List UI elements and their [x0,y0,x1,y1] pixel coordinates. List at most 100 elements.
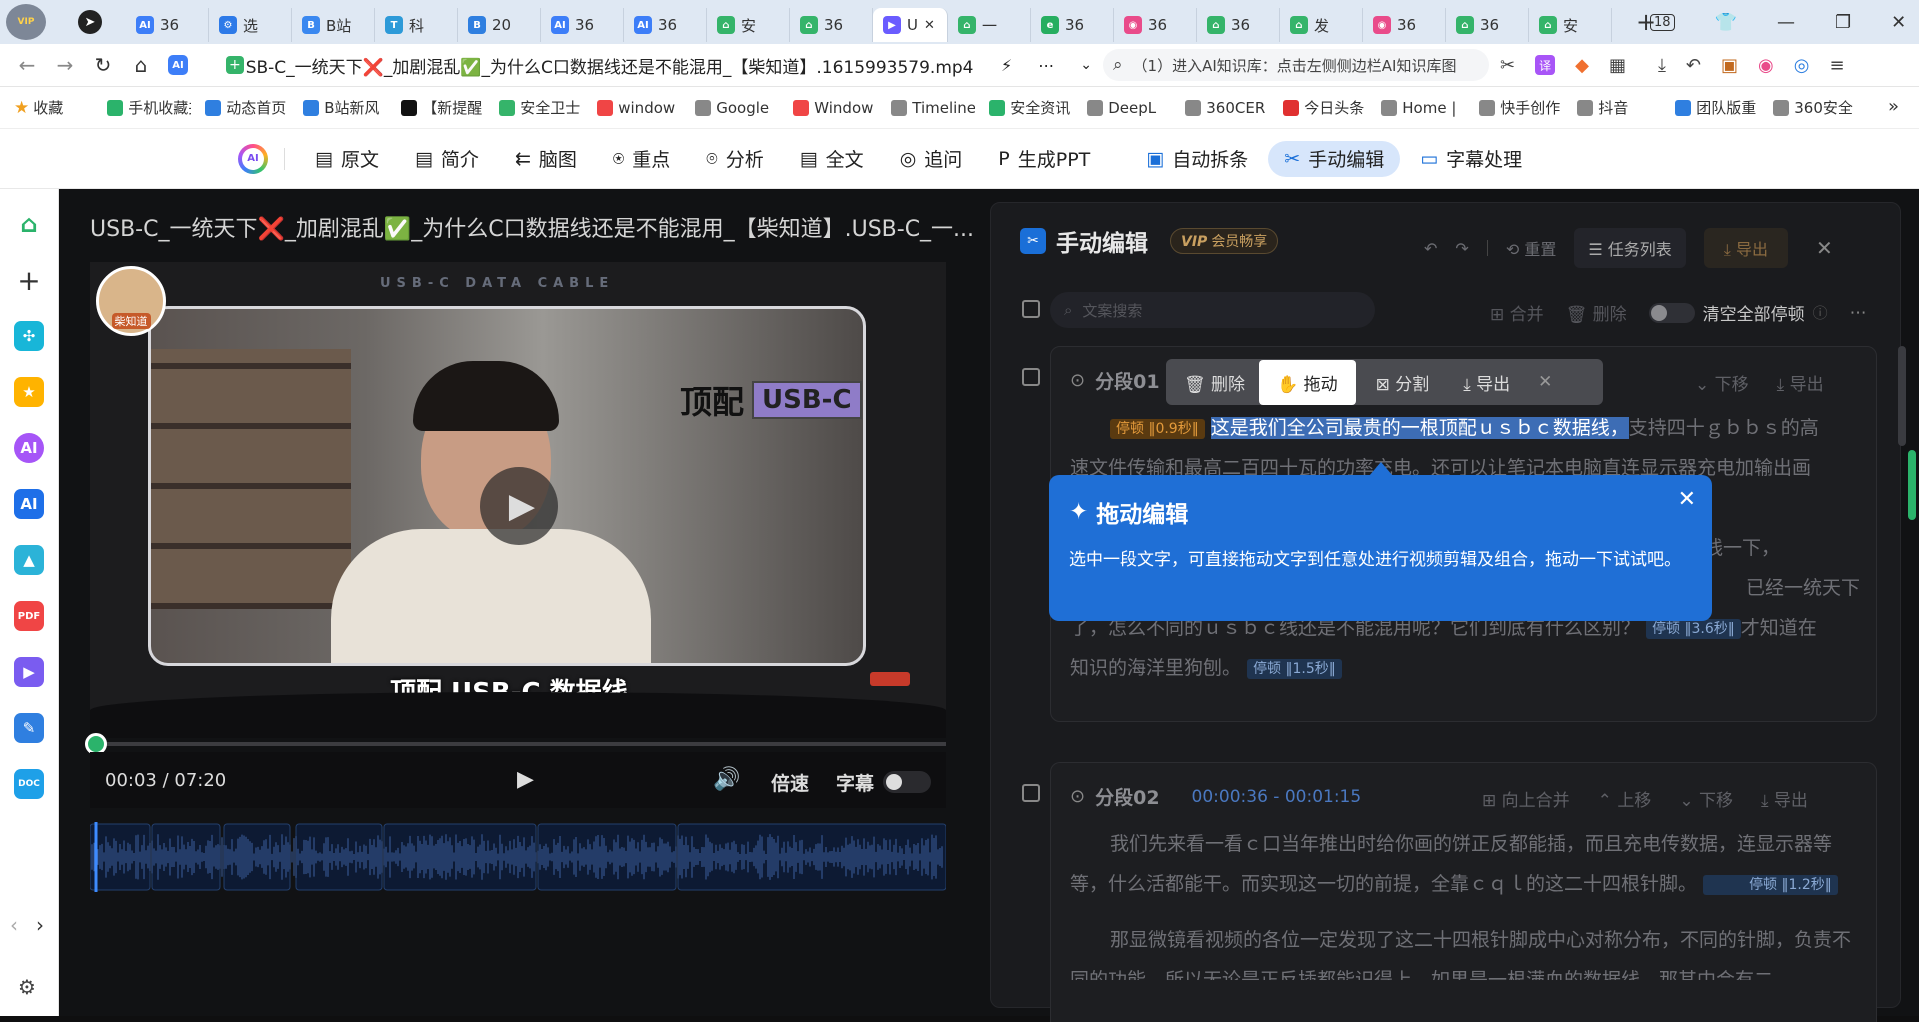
menu-delete[interactable]: 🗑 删除 [1170,370,1259,395]
expand-right-icon[interactable]: › [36,913,44,937]
restore-icon[interactable]: ❐ [1835,12,1851,33]
toolbar-highlights[interactable]: ⍟ 重点 [597,141,686,177]
toolbar-ppt[interactable]: P 生成PPT [982,141,1106,177]
menu-export[interactable]: ⤓ 导出 [1449,370,1524,395]
browser-tab[interactable]: AI 36 [624,8,707,42]
bookmark-item[interactable]: 360CER [1185,99,1269,117]
toolbar-analysis[interactable]: ⌾ 分析 [690,141,779,177]
segment-export-button[interactable]: ⤓ 导出 [1761,786,1808,811]
bookmark-item[interactable]: 今日头条 [1283,97,1367,118]
menu-icon[interactable]: ≡ [1829,55,1844,76]
bookmark-item[interactable]: Home | [1381,99,1465,117]
search-box[interactable]: ⌕ （1）进入AI知识库：点击左侧侧边栏AI知识库图 [1103,49,1489,81]
browser-tab[interactable]: ⌂ 36 [790,8,873,42]
volume-icon[interactable]: 🔊 [713,767,740,792]
home-icon[interactable]: ⌂ [122,53,160,77]
export-button[interactable]: ⤓ 导出 [1703,228,1788,268]
more-options-icon[interactable]: ⋯ [1850,303,1867,323]
bookmark-item[interactable]: 安全资讯 [989,97,1073,118]
browser-tab[interactable]: ◉ 36 [1114,8,1197,42]
close-panel-icon[interactable]: ✕ [1816,236,1833,260]
play-overlay-button[interactable]: ▶ [480,467,558,545]
bookmark-item[interactable]: 快手创作 [1479,97,1563,118]
move-up-button[interactable]: ⌃ 上移 [1598,786,1652,811]
chevron-down-icon[interactable]: ⌄ [1080,57,1092,73]
page-scroll-indicator[interactable] [1908,450,1916,520]
bookmark-item[interactable]: 手机收藏夹 [107,97,191,118]
collapse-left-icon[interactable]: ‹ [10,913,18,937]
play-icon[interactable]: ▶ [517,767,534,792]
bookmark-item[interactable]: 收藏 [33,97,93,118]
move-down-button[interactable]: ⌄ 下移 [1679,786,1733,811]
progress-bar[interactable] [90,742,946,746]
settings-gear-icon[interactable]: ⚙ [18,975,36,999]
selected-text[interactable]: 这是我们全公司最贵的一根顶配ｕｓｂｃ数据线， [1210,417,1629,439]
toolbox-icon[interactable]: ▣ [1721,55,1738,76]
bookmark-item[interactable]: 安全卫士 [499,97,583,118]
info-icon[interactable]: ⓘ [1813,302,1828,323]
merge-button[interactable]: ⊞ 合并 [1490,300,1544,325]
toolbar-fulltext[interactable]: ▤ 全文 [784,141,880,177]
browser-tab[interactable]: ⌂ 发 [1280,8,1363,42]
scissors-icon[interactable]: ✂ [1500,55,1515,76]
telegram-icon[interactable]: ➤ [78,10,102,34]
browser-tab[interactable]: ⌂ 一 [948,8,1031,42]
speed-button[interactable]: 倍速 [771,769,809,796]
pause-marker[interactable]: 停顿 ‖0.9秒‖ [1110,418,1205,439]
play-circle-icon[interactable]: ⊙ [1070,786,1085,807]
segment-export-button[interactable]: ⤓ 导出 [1777,370,1824,395]
reset-button[interactable]: ⟲ 重置 [1506,236,1557,260]
bookmark-item[interactable]: 抖音 [1577,97,1661,118]
browser-tab[interactable]: ⌂ 安 [1529,8,1612,42]
video-icon[interactable]: ▶ [14,657,44,687]
undo-icon[interactable]: ↶ [1686,55,1701,76]
close-tab-icon[interactable]: ✕ [924,18,935,33]
menu-drag[interactable]: ✋ 拖动 [1259,359,1356,405]
browser-tab[interactable]: AI 36 [541,8,624,42]
bookmark-item[interactable]: Google [695,99,779,117]
favorites-star-icon[interactable]: ★ [14,377,44,407]
tooltip-close-icon[interactable]: ✕ [1678,487,1696,512]
bookmark-item[interactable]: Window [793,99,877,117]
text-search-input[interactable]: ⌕ 文案搜索 [1050,292,1375,328]
add-icon[interactable]: + [14,264,44,297]
ai-assistant-icon[interactable]: AI [168,55,188,75]
browser-tab[interactable]: ⚙ 选 [209,8,292,42]
clip-block[interactable] [295,823,383,891]
toolbar-auto-split[interactable]: ▣ 自动拆条 [1130,141,1264,177]
translate-icon[interactable]: 译 [1535,55,1556,75]
toolbar-manual-edit[interactable]: ✂ 手动编辑 [1268,140,1401,177]
menu-split[interactable]: ⊠ 分割 [1356,370,1450,395]
reload-icon[interactable]: ↻ [84,53,122,77]
download-icon[interactable]: ⤓ [1658,55,1666,76]
undo-icon[interactable]: ↶ [1424,239,1437,258]
move-down-button[interactable]: ⌄ 下移 [1695,370,1749,395]
ie-mode-icon[interactable]: ◎ [1794,55,1810,76]
browser-tab[interactable]: B B站 [292,8,375,42]
task-list-button[interactable]: ☰ 任务列表 [1574,228,1686,268]
clear-pauses-toggle[interactable]: 清空全部停顿 ⓘ [1648,300,1828,325]
panel-scrollbar[interactable] [1898,346,1906,446]
play-circle-icon[interactable]: ⊙ [1070,370,1085,391]
bookmark-item[interactable]: B站新风 [303,97,387,118]
ai-chat-icon[interactable]: AI [14,433,44,463]
ai-knowledge-icon[interactable]: AI [14,489,44,519]
browser-tab[interactable]: ⌂ 安 [707,8,790,42]
segment-checkbox[interactable] [1022,368,1040,386]
home-icon[interactable]: ⌂ [14,209,44,239]
browser-tab[interactable]: AI 36 [126,8,209,42]
merge-up-button[interactable]: ⊞ 向上合并 [1482,786,1570,811]
lightning-icon[interactable]: ⚡ [1001,56,1012,75]
redo-icon[interactable]: ↷ [1455,239,1468,258]
pause-marker[interactable]: 停顿 ‖1.5秒‖ [1247,658,1342,679]
clip-block[interactable] [537,823,677,891]
toolbar-original[interactable]: ▤ 原文 [299,141,395,177]
shirt-icon[interactable]: 👕 [1715,12,1737,33]
browser-tab[interactable]: ◉ 36 [1363,8,1446,42]
subtitle-toggle[interactable] [883,771,931,793]
browser-profile-avatar[interactable]: VIP [6,4,46,40]
bookmarks-overflow-icon[interactable]: » [1888,96,1899,117]
vip-badge[interactable]: VIP 会员畅享 [1170,228,1279,254]
video-player[interactable]: USB-C DATA CABLE 柴知道 顶配 USB-C ▶ 顶配 USB-C… [90,262,946,738]
delete-button[interactable]: 🗑 删除 [1566,300,1627,325]
